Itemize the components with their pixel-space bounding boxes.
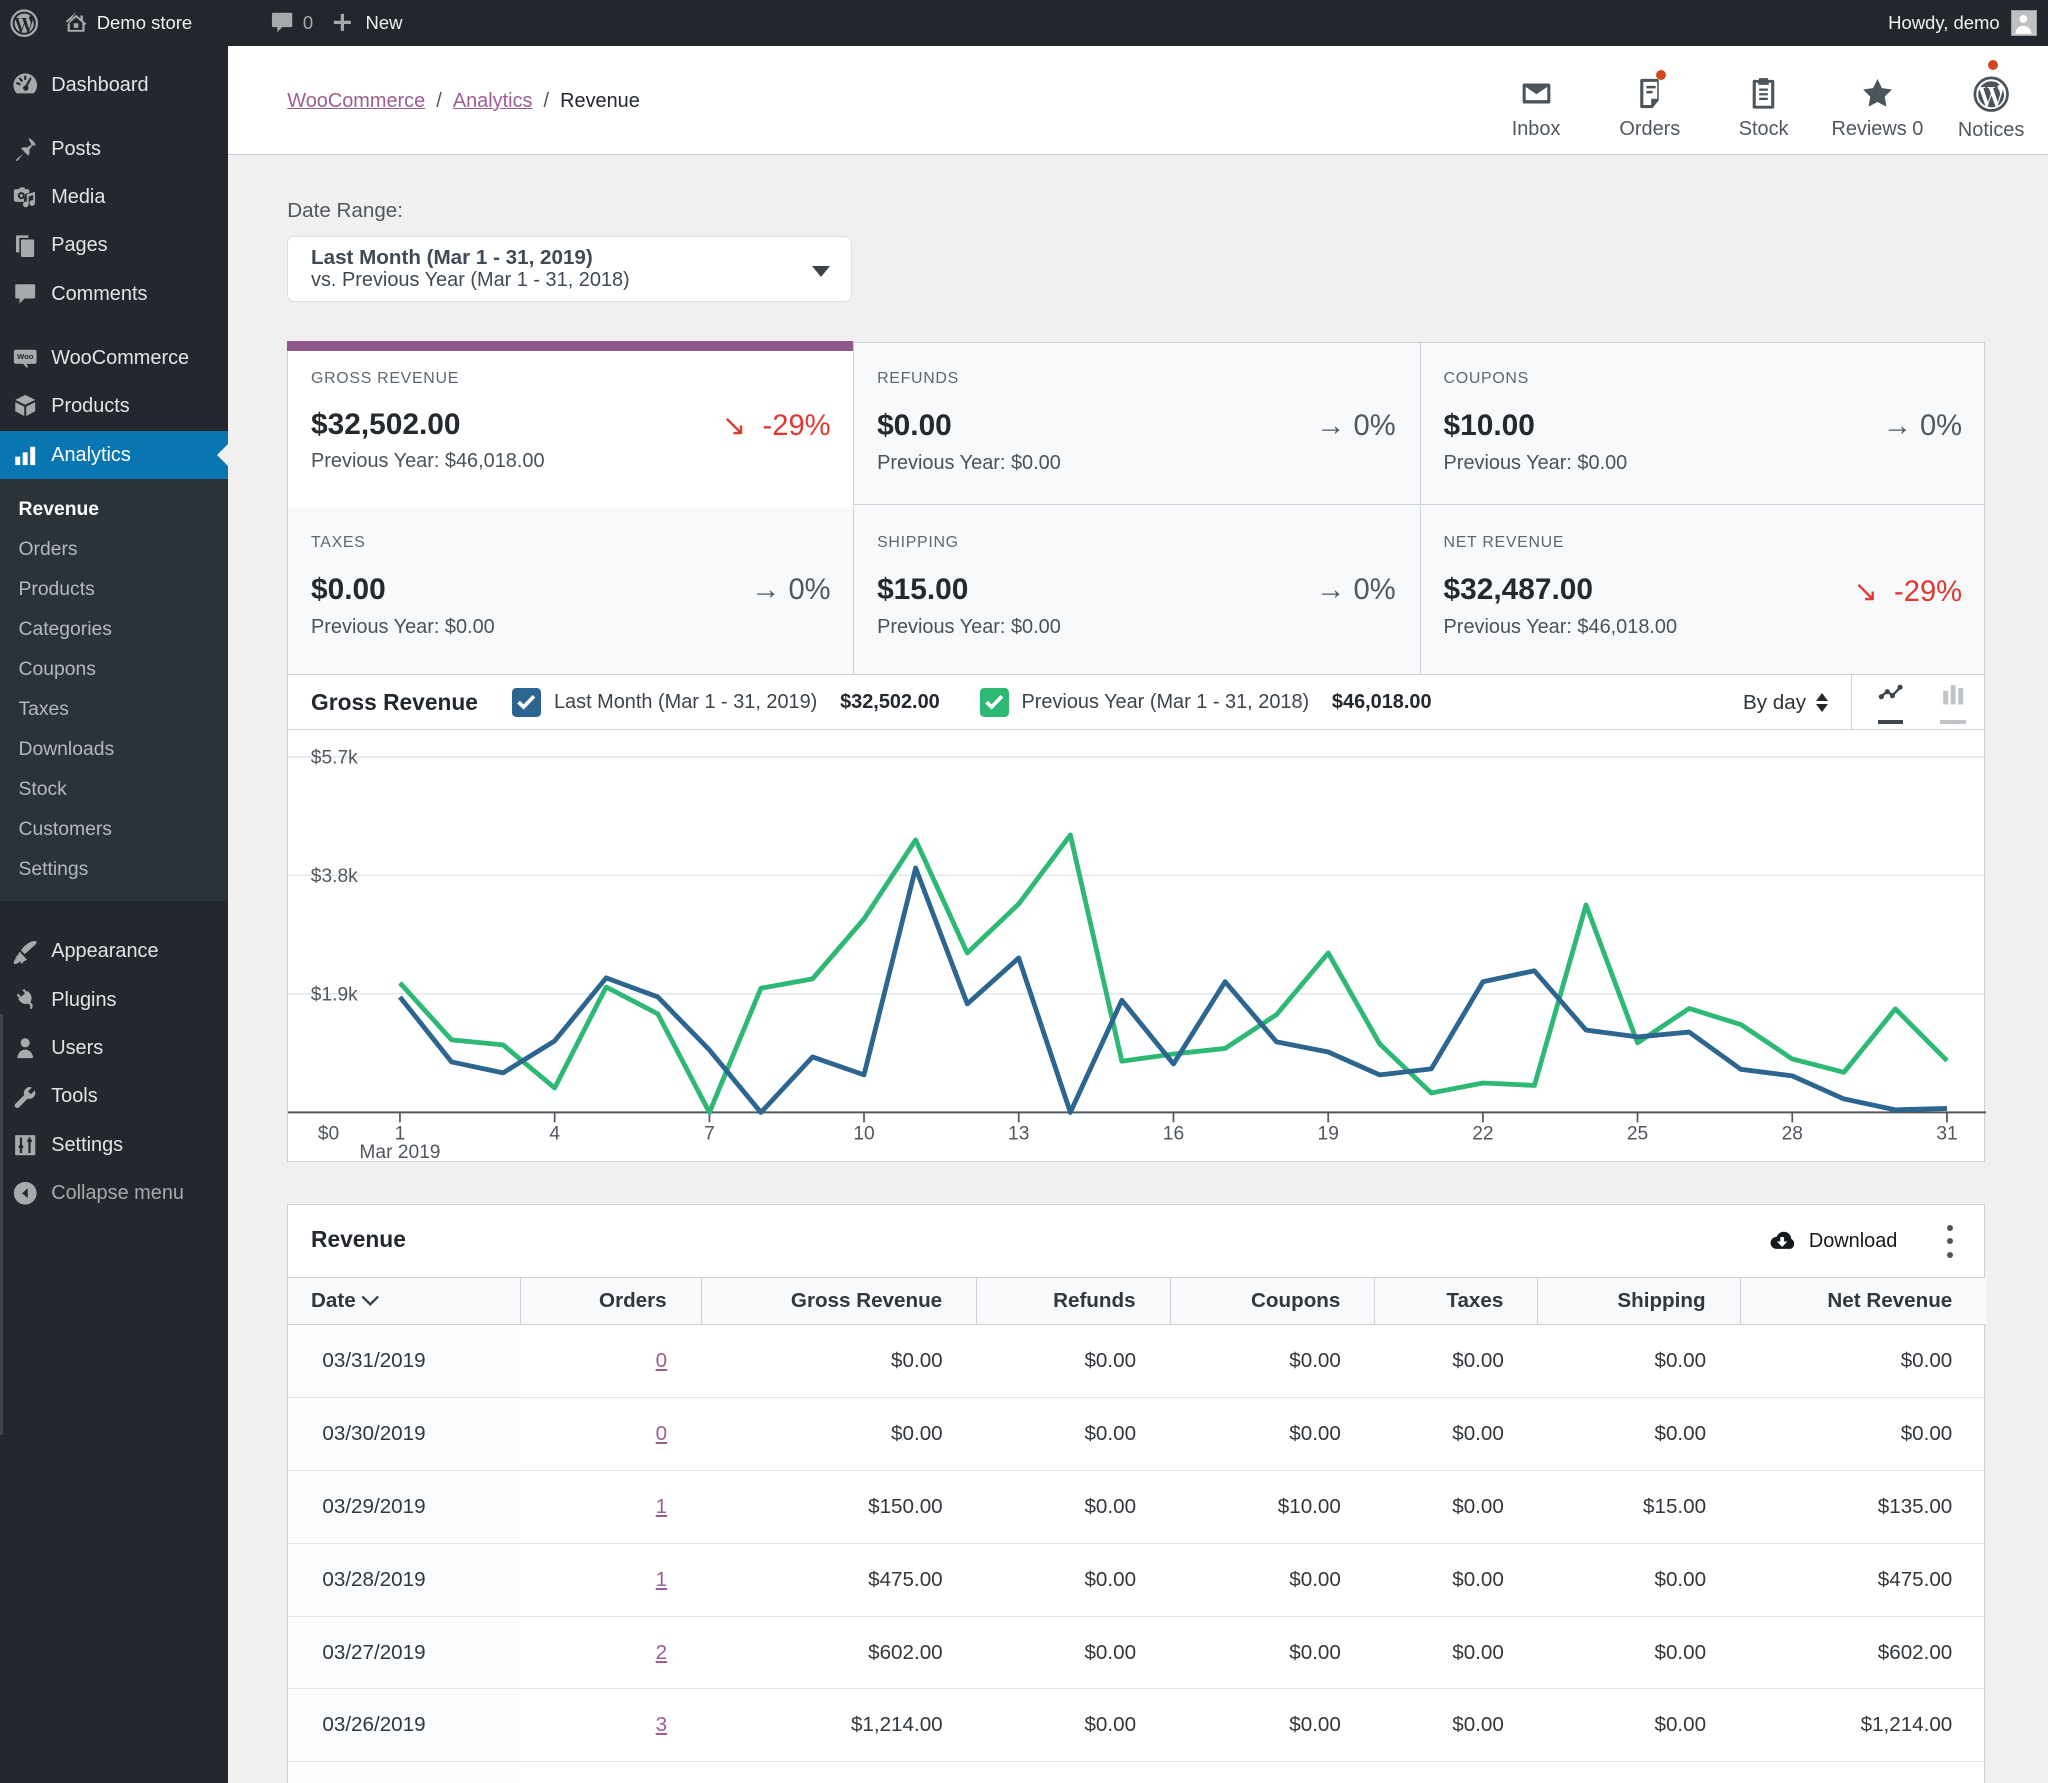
svg-text:$0: $0 <box>318 1124 339 1145</box>
svg-text:13: 13 <box>1008 1124 1029 1145</box>
svg-text:10: 10 <box>854 1124 875 1145</box>
svg-text:4: 4 <box>550 1124 561 1145</box>
svg-text:22: 22 <box>1473 1124 1494 1145</box>
svg-text:$3.8k: $3.8k <box>311 866 358 887</box>
svg-text:7: 7 <box>704 1124 715 1145</box>
svg-text:19: 19 <box>1318 1124 1339 1145</box>
svg-text:$1.9k: $1.9k <box>311 985 358 1006</box>
svg-text:25: 25 <box>1627 1124 1648 1145</box>
svg-text:16: 16 <box>1163 1124 1184 1145</box>
svg-text:Mar 2019: Mar 2019 <box>360 1142 441 1161</box>
svg-text:31: 31 <box>1937 1124 1958 1145</box>
svg-text:28: 28 <box>1782 1124 1803 1145</box>
svg-text:$5.7k: $5.7k <box>311 748 358 769</box>
svg-text:Woo: Woo <box>17 352 34 361</box>
